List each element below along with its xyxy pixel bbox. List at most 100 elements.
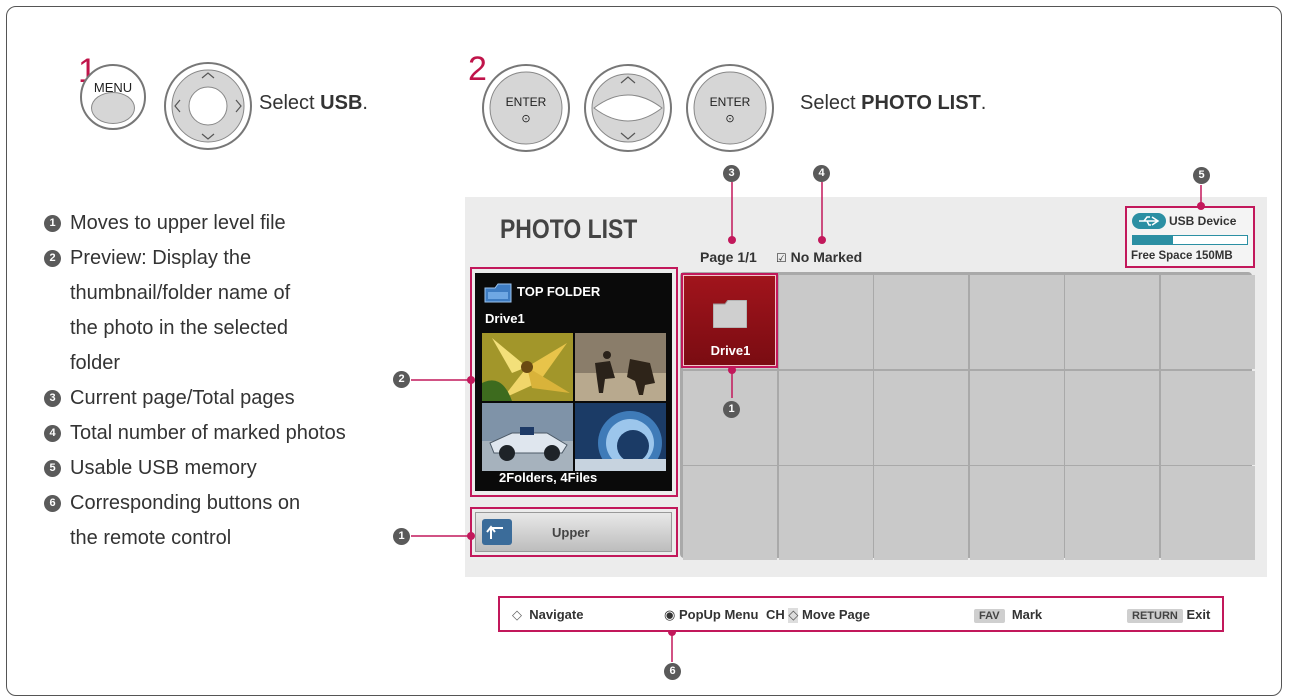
free-space-label: Free Space 150MB	[1131, 250, 1233, 262]
legend-text: Total number of marked photos	[70, 422, 346, 444]
page-indicator: Page 1/1	[700, 249, 757, 265]
legend-item: folder	[44, 346, 424, 381]
legend-text: the remote control	[70, 527, 232, 549]
legend-text: the photo in the selected	[70, 317, 288, 339]
enter-label-2: ENTER	[710, 95, 751, 109]
usb-device-box: USB Device Free Space 150MB	[1125, 206, 1255, 268]
preview-pane: TOP FOLDER Drive1 2Folders, 4Files	[475, 273, 672, 491]
enter-symbol-2: ⊙	[725, 112, 734, 125]
legend-list: 1 Moves to upper level file 2 Preview: Disp…	[44, 206, 424, 556]
upper-folder-icon	[482, 519, 512, 545]
ch-label: CH	[766, 607, 785, 622]
legend-text: thumbnail/folder name of	[70, 282, 291, 304]
grid-cell[interactable]	[874, 466, 968, 560]
popup-menu-hint[interactable]: ◉ PopUp Menu	[664, 607, 758, 623]
legend-item: 2 Preview: Display the	[44, 241, 424, 276]
step-2-instruction: Select PHOTO LIST.	[800, 92, 987, 114]
thumbnail-racecar	[482, 403, 573, 471]
grid-cell[interactable]	[969, 466, 1064, 560]
legend-text: Usable USB memory	[70, 457, 257, 479]
step-1-instruction: Select USB.	[259, 92, 368, 114]
photo-list-keyword: PHOTO LIST	[861, 92, 981, 114]
mark-label: Mark	[1011, 607, 1043, 622]
preview-count: 2Folders, 4Files	[499, 470, 598, 485]
grid-cell[interactable]	[969, 370, 1064, 465]
preview-drive-name: Drive1	[485, 311, 525, 326]
navigate-label: Navigate	[529, 607, 584, 622]
grid-cell[interactable]	[778, 466, 873, 560]
enter-label-1: ENTER	[506, 95, 547, 109]
usb-usage-fill	[1133, 236, 1173, 244]
remote-button-bar: ◇ Navigate ◉ PopUp Menu CH ◇ Move Page F…	[498, 596, 1224, 632]
navigation-pad[interactable]	[162, 60, 254, 152]
legend-number-badge: 6	[44, 495, 61, 512]
legend-number-badge: 4	[44, 425, 61, 442]
legend-number-badge: 5	[44, 460, 61, 477]
callout-1-grid: 1	[723, 401, 740, 418]
usb-usage-bar	[1132, 235, 1248, 245]
checkbox-icon: ☑	[776, 251, 787, 265]
popup-label: PopUp Menu	[678, 607, 759, 622]
selected-highlight	[681, 273, 778, 368]
callout-6: 6	[664, 663, 681, 680]
grid-cell[interactable]	[1160, 275, 1255, 369]
usb-icon	[1132, 213, 1166, 229]
legend-number-badge: 3	[44, 390, 61, 407]
preview-folder-title: TOP FOLDER	[517, 284, 601, 299]
enter-button-2[interactable]: ENTER ⊙	[684, 62, 776, 154]
thumbnail-abstract	[575, 403, 666, 471]
folder-icon	[484, 283, 512, 303]
legend-text: Current page/Total pages	[70, 387, 295, 409]
grid-cell[interactable]	[1065, 275, 1159, 369]
grid-cell[interactable]	[874, 370, 968, 465]
legend-text: Preview: Display the	[70, 247, 252, 269]
ch-icon: ◇	[788, 608, 799, 623]
upper-button[interactable]: Upper	[475, 512, 672, 552]
up-down-button[interactable]	[582, 62, 674, 154]
legend-item: 4 Total number of marked photos	[44, 416, 424, 451]
exit-hint[interactable]: RETURN Exit	[1127, 607, 1210, 623]
move-page-label: Move Page	[802, 607, 870, 622]
move-page-hint[interactable]: CH ◇ Move Page	[766, 607, 870, 623]
grid-cell[interactable]	[874, 275, 968, 369]
upper-label: Upper	[552, 525, 590, 540]
grid-cell[interactable]	[1065, 370, 1159, 465]
enter-symbol-1: ⊙	[521, 112, 530, 125]
menu-button[interactable]: MENU	[80, 64, 146, 130]
legend-item: 1 Moves to upper level file	[44, 206, 424, 241]
legend-text: Moves to upper level file	[70, 212, 286, 234]
screen-title: PHOTO LIST	[500, 214, 638, 244]
legend-item: 5 Usable USB memory	[44, 451, 424, 486]
callout-2: 2	[393, 371, 410, 388]
usb-keyword: USB	[320, 92, 363, 114]
usb-device-label: USB Device	[1169, 214, 1237, 228]
navigate-icon: ◇	[512, 608, 522, 623]
callout-5: 5	[1193, 167, 1210, 184]
grid-cell[interactable]	[683, 466, 777, 560]
callout-3: 3	[723, 165, 740, 182]
legend-text: folder	[70, 352, 121, 374]
legend-item: the photo in the selected	[44, 311, 424, 346]
fav-key: FAV	[974, 609, 1005, 623]
legend-item: 3 Current page/Total pages	[44, 381, 424, 416]
grid-cell[interactable]	[1065, 466, 1159, 560]
callout-4: 4	[813, 165, 830, 182]
enter-button-1[interactable]: ENTER ⊙	[480, 62, 572, 154]
thumbnail-rodeo	[575, 333, 666, 401]
menu-button-face	[91, 92, 135, 124]
legend-item: 6 Corresponding buttons on	[44, 486, 424, 521]
grid-cell[interactable]	[969, 275, 1064, 369]
grid-cell[interactable]	[1160, 370, 1255, 465]
navigate-hint[interactable]: ◇ Navigate	[512, 607, 583, 623]
return-key: RETURN	[1127, 609, 1183, 623]
callout-1-upper: 1	[393, 528, 410, 545]
mark-hint[interactable]: FAV Mark	[974, 607, 1042, 623]
legend-item: thumbnail/folder name of	[44, 276, 424, 311]
legend-item: the remote control	[44, 521, 424, 556]
grid-cell[interactable]	[1160, 466, 1255, 560]
legend-number-badge: 1	[44, 215, 61, 232]
grid-cell[interactable]	[778, 275, 873, 369]
legend-number-badge: 2	[44, 250, 61, 267]
grid-cell[interactable]	[778, 370, 873, 465]
popup-icon: ◉	[664, 608, 676, 623]
